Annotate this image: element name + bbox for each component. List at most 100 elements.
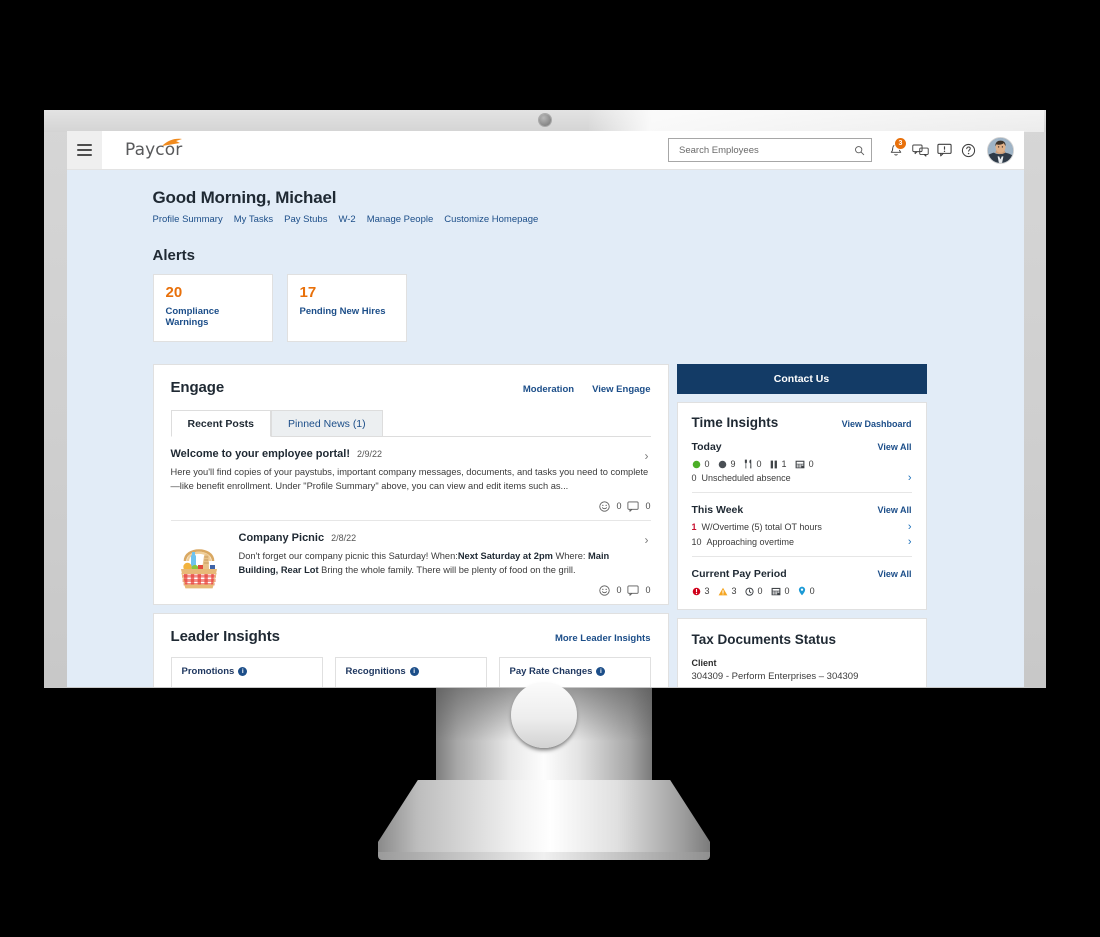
- content-wrapper: Good Morning, Michael Profile Summary My…: [152, 188, 940, 687]
- today-row-unscheduled-absence[interactable]: 0 Unscheduled absence ›: [692, 472, 912, 484]
- notification-badge: 3: [894, 137, 907, 150]
- chevron-right-icon[interactable]: ›: [908, 472, 912, 484]
- engage-links: Moderation View Engage: [523, 384, 651, 395]
- alert-count: 20: [165, 284, 183, 301]
- quick-link-manage-people[interactable]: Manage People: [367, 214, 434, 225]
- messages-button[interactable]: [908, 137, 932, 163]
- post-header: Welcome to your employee portal! 2/9/22: [171, 448, 651, 460]
- alert-card-compliance-warnings[interactable]: 20 Compliance Warnings: [152, 274, 273, 342]
- quick-link-pay-stubs[interactable]: Pay Stubs: [284, 214, 327, 225]
- avatar[interactable]: [987, 136, 1014, 164]
- tile-label: Pay Rate Changes: [509, 665, 593, 677]
- search-employees-box[interactable]: [668, 138, 872, 162]
- search-icon[interactable]: [854, 145, 865, 156]
- row-count: 10: [691, 537, 702, 547]
- chevron-right-icon[interactable]: ›: [645, 533, 649, 547]
- engage-card-inner: Engage Moderation View Engage Recent Pos…: [154, 365, 668, 604]
- post-meta: 0 0: [239, 584, 651, 598]
- leader-insights-tiles: Promotions i Recognitions i Pay Rate Cha…: [154, 645, 668, 687]
- paycor-logo[interactable]: Paycor: [125, 138, 182, 160]
- more-leader-insights-link[interactable]: More Leader Insights: [555, 633, 651, 644]
- chevron-right-icon[interactable]: ›: [908, 521, 912, 533]
- chevron-right-icon[interactable]: ›: [908, 536, 912, 548]
- webcam-icon: [539, 114, 551, 126]
- feedback-icon: [936, 143, 952, 157]
- tax-client-label: Client: [691, 658, 717, 668]
- section-header: This Week View All: [692, 504, 912, 516]
- help-button[interactable]: [956, 137, 980, 163]
- reaction-smiley-icon[interactable]: [599, 501, 611, 512]
- topbar-right-group: 3: [668, 136, 1024, 164]
- leader-insights-title: Leader Insights: [170, 627, 280, 645]
- leader-insight-tile-promotions[interactable]: Promotions i: [170, 656, 323, 687]
- green-dot-icon: [692, 460, 700, 468]
- info-icon[interactable]: i: [238, 666, 248, 676]
- reaction-count: 0: [616, 585, 622, 596]
- time-insights-section-current-pay-period: Current Pay Period View All 3 3 0 0 0: [678, 568, 926, 609]
- today-stats: 0 9 0 1 0: [692, 459, 912, 469]
- view-all-link[interactable]: View All: [877, 505, 911, 515]
- main-columns: Engage Moderation View Engage Recent Pos…: [152, 364, 940, 687]
- row-label: Approaching overtime: [706, 537, 795, 547]
- week-row-approaching-overtime[interactable]: 10 Approaching overtime ›: [692, 536, 912, 548]
- engage-moderation-link[interactable]: Moderation: [523, 384, 574, 395]
- stat-value: 0: [704, 459, 710, 469]
- post-text-part: Don't forget our company picnic this Sat…: [238, 550, 458, 561]
- leader-insights-links: More Leader Insights: [555, 633, 651, 644]
- time-insights-card: Time Insights View Dashboard Today View …: [676, 402, 927, 610]
- row-label: Unscheduled absence: [701, 473, 791, 483]
- quick-link-customize-homepage[interactable]: Customize Homepage: [444, 214, 538, 225]
- error-icon: [692, 587, 700, 595]
- gray-dot-icon: [718, 460, 726, 468]
- tax-documents-card: Tax Documents Status Client 304309 - Per…: [676, 618, 927, 687]
- notifications-bell-button[interactable]: 3: [884, 137, 908, 163]
- quick-link-profile-summary[interactable]: Profile Summary: [153, 214, 223, 225]
- section-header: Current Pay Period View All: [692, 568, 912, 580]
- leader-insights-header: Leader Insights More Leader Insights: [171, 628, 651, 645]
- tab-recent-posts[interactable]: Recent Posts: [170, 410, 272, 437]
- tile-label: Promotions: [181, 665, 235, 677]
- comment-bubble-icon[interactable]: [627, 585, 640, 596]
- chevron-right-icon[interactable]: ›: [645, 449, 649, 463]
- comment-bubble-icon[interactable]: [627, 501, 640, 512]
- quick-link-w2[interactable]: W-2: [338, 214, 355, 225]
- leader-insights-card: Leader Insights More Leader Insights Pro…: [152, 612, 669, 687]
- monitor-stand-base-lip: [378, 852, 710, 860]
- alert-card-pending-new-hires[interactable]: 17 Pending New Hires: [286, 274, 407, 342]
- search-input[interactable]: [677, 143, 854, 157]
- reaction-smiley-icon[interactable]: [599, 584, 611, 596]
- hamburger-icon[interactable]: [67, 131, 102, 169]
- post-item[interactable]: Welcome to your employee portal! 2/9/22 …: [170, 437, 651, 521]
- post-header: Company Picnic 2/8/22: [239, 532, 651, 544]
- help-icon: [961, 143, 975, 157]
- info-icon[interactable]: i: [409, 666, 419, 676]
- post-text: Don't forget our company picnic this Sat…: [239, 549, 651, 578]
- post-text: Here you'll find copies of your paystubs…: [170, 467, 649, 492]
- engage-card: Engage Moderation View Engage Recent Pos…: [152, 364, 669, 605]
- alerts-heading: Alerts: [152, 247, 196, 264]
- meal-break-icon: [744, 459, 751, 469]
- view-all-link[interactable]: View All: [877, 442, 911, 452]
- time-insights-section-today: Today View All 0 9 0 1 0 0 Unscheduled a…: [678, 441, 926, 493]
- post-date: 2/8/22: [331, 532, 357, 543]
- quick-link-my-tasks[interactable]: My Tasks: [234, 214, 273, 225]
- engage-view-link[interactable]: View Engage: [592, 384, 650, 395]
- comment-count: 0: [645, 585, 651, 596]
- pause-icon: [770, 460, 777, 468]
- week-row-overtime[interactable]: 1 W/Overtime (5) total OT hours ›: [692, 521, 912, 533]
- monitor-stand-notch: [511, 682, 577, 748]
- view-all-link[interactable]: View All: [877, 569, 911, 579]
- info-icon[interactable]: i: [596, 666, 606, 676]
- leader-insight-tile-recognitions[interactable]: Recognitions i: [334, 656, 487, 687]
- feedback-button[interactable]: [932, 137, 956, 163]
- tab-pinned-news[interactable]: Pinned News (1): [271, 410, 383, 437]
- stat-value: 0: [809, 586, 815, 596]
- time-insights-section-this-week: This Week View All 1 W/Overtime (5) tota…: [678, 504, 926, 557]
- view-dashboard-link[interactable]: View Dashboard: [842, 419, 912, 429]
- post-item[interactable]: Company Picnic 2/8/22 Don't forget our c…: [171, 521, 651, 604]
- stat-value: 9: [730, 459, 736, 469]
- contact-us-button[interactable]: Contact Us: [676, 364, 927, 394]
- section-title: Today: [691, 441, 722, 453]
- leader-insight-tile-pay-rate-changes[interactable]: Pay Rate Changes i: [498, 656, 651, 687]
- paycor-swoosh-icon: [162, 138, 182, 146]
